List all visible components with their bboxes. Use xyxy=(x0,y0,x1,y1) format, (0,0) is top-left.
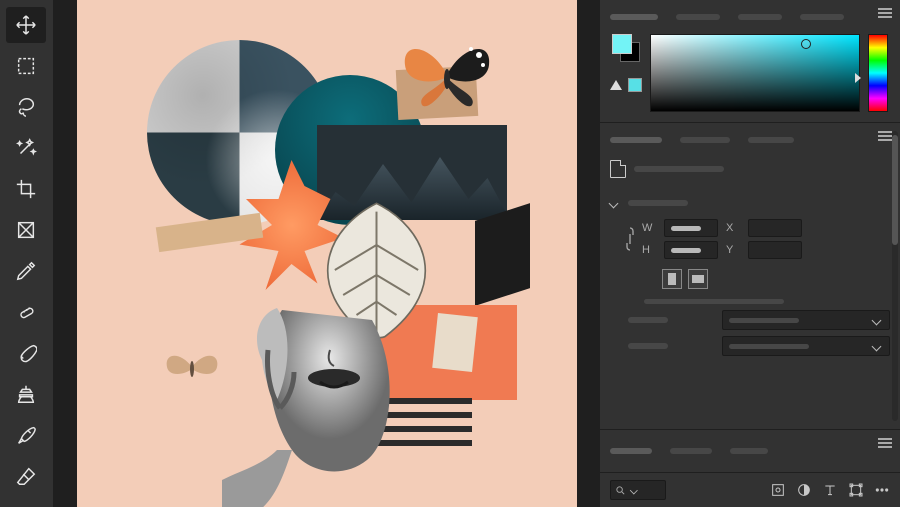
frame-tool[interactable] xyxy=(6,212,46,248)
color-spectrum[interactable] xyxy=(650,34,860,112)
transform-section-label xyxy=(628,200,688,206)
chevron-down-icon xyxy=(873,317,883,324)
panel-tab[interactable] xyxy=(610,448,652,454)
mode-dropdown[interactable] xyxy=(722,336,890,356)
canvas-area[interactable] xyxy=(53,0,600,507)
y-field[interactable] xyxy=(748,241,802,259)
properties-panel: W X H Y xyxy=(600,123,900,430)
dropdown-label xyxy=(628,317,668,323)
eraser-tool[interactable] xyxy=(6,458,46,494)
tools-toolbar xyxy=(0,0,53,507)
crop-tool[interactable] xyxy=(6,171,46,207)
color-tab[interactable] xyxy=(800,14,844,20)
panel-menu-icon[interactable] xyxy=(878,8,892,18)
link-dimensions-icon[interactable] xyxy=(624,226,636,252)
layers-footer xyxy=(600,473,900,507)
collage-moth xyxy=(162,345,222,390)
chevron-down-icon xyxy=(873,343,883,350)
orientation-buttons xyxy=(662,269,890,289)
panel-menu-icon[interactable] xyxy=(878,131,892,141)
panel-tab[interactable] xyxy=(730,448,768,454)
foreground-color-swatch[interactable] xyxy=(612,34,632,54)
document-name-label xyxy=(634,166,724,172)
spectrum-expand-icon[interactable] xyxy=(855,73,861,83)
no-color-icon[interactable] xyxy=(610,80,622,90)
hue-slider[interactable] xyxy=(868,34,888,112)
type-icon[interactable] xyxy=(822,482,838,498)
magic-wand-tool[interactable] xyxy=(6,130,46,166)
last-color-swatch[interactable] xyxy=(628,78,642,92)
color-panel-tabs xyxy=(610,6,890,28)
fg-bg-swatches[interactable] xyxy=(612,34,640,62)
dropdown-label xyxy=(628,343,668,349)
collage-face xyxy=(222,300,442,507)
right-panels: W X H Y xyxy=(600,0,900,507)
height-label: H xyxy=(642,244,656,256)
layer-search[interactable] xyxy=(610,480,666,500)
document-icon xyxy=(610,160,626,178)
color-tab-active[interactable] xyxy=(610,14,658,20)
chevron-down-icon xyxy=(631,487,639,493)
color-tab[interactable] xyxy=(738,14,782,20)
y-label: Y xyxy=(726,244,740,256)
lasso-tool[interactable] xyxy=(6,89,46,125)
document-canvas[interactable] xyxy=(77,0,577,507)
orientation-portrait-button[interactable] xyxy=(662,269,682,289)
transform-icon[interactable] xyxy=(848,482,864,498)
color-panel xyxy=(600,0,900,123)
properties-panel-tabs xyxy=(610,129,890,151)
healing-brush-tool[interactable] xyxy=(6,294,46,330)
x-field[interactable] xyxy=(748,219,802,237)
width-label: W xyxy=(642,222,656,234)
history-brush-tool[interactable] xyxy=(6,417,46,453)
color-tab[interactable] xyxy=(676,14,720,20)
brush-tool[interactable] xyxy=(6,335,46,371)
marquee-tool[interactable] xyxy=(6,48,46,84)
width-field[interactable] xyxy=(664,219,718,237)
collage-chip xyxy=(475,203,530,306)
move-tool[interactable] xyxy=(6,7,46,43)
properties-tab[interactable] xyxy=(748,137,794,143)
properties-tab[interactable] xyxy=(680,137,730,143)
panel-scrollbar[interactable] xyxy=(892,131,898,421)
resolution-dropdown[interactable] xyxy=(722,310,890,330)
clone-stamp-tool[interactable] xyxy=(6,376,46,412)
property-label xyxy=(644,299,784,304)
more-icon[interactable] xyxy=(874,482,890,498)
x-label: X xyxy=(726,222,740,234)
panel-menu-icon[interactable] xyxy=(878,438,892,448)
properties-tab-active[interactable] xyxy=(610,137,662,143)
scrollbar-thumb[interactable] xyxy=(892,135,898,245)
layer-style-icon[interactable] xyxy=(796,482,812,498)
eyedropper-tool[interactable] xyxy=(6,253,46,289)
chevron-down-icon[interactable] xyxy=(610,200,620,207)
collapsed-panel xyxy=(600,430,900,473)
link-layers-icon[interactable] xyxy=(770,482,786,498)
orientation-landscape-button[interactable] xyxy=(688,269,708,289)
panel-tab[interactable] xyxy=(670,448,712,454)
height-field[interactable] xyxy=(664,241,718,259)
color-picker-indicator[interactable] xyxy=(801,39,811,49)
collage-butterfly xyxy=(397,35,497,110)
